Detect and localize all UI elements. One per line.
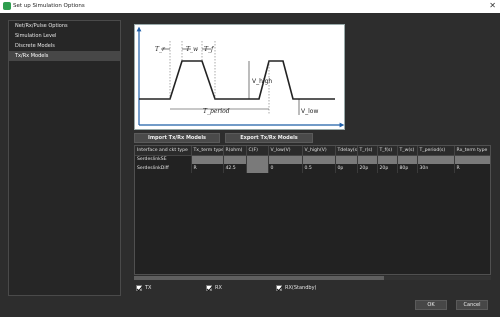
rx-checkbox-label: RX bbox=[215, 285, 222, 291]
sidebar-item-discrete-models[interactable]: Discrete Models bbox=[9, 41, 120, 51]
table-cell[interactable]: R bbox=[191, 164, 224, 173]
table-cell[interactable] bbox=[417, 155, 455, 164]
t-period-label: T_period bbox=[203, 108, 230, 115]
tx-checkbox-label: TX bbox=[145, 285, 152, 291]
table-cell[interactable] bbox=[268, 155, 303, 164]
table-cell[interactable] bbox=[357, 155, 378, 164]
cancel-button[interactable]: Cancel bbox=[456, 300, 488, 310]
close-icon[interactable]: ✕ bbox=[489, 1, 496, 11]
table-cell[interactable] bbox=[454, 155, 490, 164]
table-cell[interactable]: 80p bbox=[397, 164, 418, 173]
table-cell[interactable] bbox=[397, 155, 418, 164]
column-header[interactable]: T_period(s) bbox=[417, 146, 455, 156]
table-cell[interactable] bbox=[335, 155, 358, 164]
checkbox-checked-icon[interactable] bbox=[136, 285, 142, 291]
pulse-waveform bbox=[139, 60, 335, 100]
sidebar-item-tx-rx-models[interactable]: Tx/Rx Models bbox=[9, 51, 120, 61]
column-header[interactable]: Tx_term type bbox=[191, 146, 224, 156]
column-header[interactable]: Rx_term type bbox=[454, 146, 490, 156]
table-cell[interactable] bbox=[377, 155, 398, 164]
table-row[interactable]: SerdeslinkDiff R 42.5 0 0.5 0p 20p 20p 8… bbox=[135, 164, 490, 173]
table-cell[interactable]: SerdeslinkDiff bbox=[135, 164, 192, 173]
rx-standby-checkbox-label: RX(Standby) bbox=[285, 285, 317, 291]
table-row[interactable]: SerdeslinkSE bbox=[135, 155, 490, 164]
t-w-label: T_w bbox=[186, 46, 199, 53]
options-sidebar: Net/Rx/Pulse Options Simulation Level Di… bbox=[8, 20, 121, 296]
t-r-label: T_r bbox=[155, 46, 166, 53]
table-cell[interactable] bbox=[191, 155, 224, 164]
table-cell[interactable] bbox=[246, 164, 269, 173]
table-cell[interactable]: 20p bbox=[357, 164, 378, 173]
table-cell[interactable] bbox=[223, 155, 247, 164]
column-header[interactable]: T_r(s) bbox=[357, 146, 378, 156]
app-icon bbox=[3, 2, 11, 10]
table-cell[interactable]: 42.5 bbox=[223, 164, 247, 173]
table-cell[interactable]: 30n bbox=[417, 164, 455, 173]
t-f-label: T_f bbox=[204, 46, 215, 53]
checkbox-checked-icon[interactable] bbox=[206, 285, 212, 291]
table-cell[interactable] bbox=[302, 155, 336, 164]
column-header[interactable]: V_high(V) bbox=[302, 146, 336, 156]
column-header[interactable]: R(ohm) bbox=[223, 146, 247, 156]
table-horizontal-scrollbar[interactable] bbox=[134, 276, 491, 280]
scrollbar-thumb[interactable] bbox=[134, 276, 384, 280]
checkbox-checked-icon[interactable] bbox=[276, 285, 282, 291]
pulse-diagram-svg: T_r T_w T_f T_period V_high V_low bbox=[136, 26, 345, 128]
models-table: Interface and ckt type Tx_term type R(oh… bbox=[134, 145, 491, 275]
table-header-row: Interface and ckt type Tx_term type R(oh… bbox=[135, 146, 490, 156]
column-header[interactable]: T_w(s) bbox=[397, 146, 418, 156]
table-cell[interactable]: 0.5 bbox=[302, 164, 336, 173]
models-grid: Interface and ckt type Tx_term type R(oh… bbox=[135, 146, 490, 173]
column-header[interactable]: C(F) bbox=[246, 146, 269, 156]
table-cell[interactable]: R bbox=[454, 164, 490, 173]
title-bar: Set up Simulation Options ✕ bbox=[0, 0, 500, 13]
pulse-diagram: T_r T_w T_f T_period V_high V_low bbox=[134, 24, 345, 130]
ok-button[interactable]: OK bbox=[415, 300, 447, 310]
v-high-label: V_high bbox=[252, 78, 272, 85]
column-header[interactable]: T_f(s) bbox=[377, 146, 398, 156]
table-cell[interactable]: 0p bbox=[335, 164, 358, 173]
export-models-button[interactable]: Export Tx/Rx Models bbox=[225, 133, 313, 143]
column-header[interactable]: Tdelay(s) bbox=[335, 146, 358, 156]
table-cell[interactable]: 20p bbox=[377, 164, 398, 173]
column-header[interactable]: Interface and ckt type bbox=[135, 146, 192, 156]
table-cell[interactable] bbox=[246, 155, 269, 164]
table-cell[interactable]: SerdeslinkSE bbox=[135, 155, 192, 164]
sidebar-item-simulation-level[interactable]: Simulation Level bbox=[9, 31, 120, 41]
v-low-label: V_low bbox=[301, 108, 318, 115]
sidebar-item-net-rx-pulse-options[interactable]: Net/Rx/Pulse Options bbox=[9, 21, 120, 31]
window-title: Set up Simulation Options bbox=[13, 3, 85, 9]
column-header[interactable]: V_low(V) bbox=[268, 146, 303, 156]
import-models-button[interactable]: Import Tx/Rx Models bbox=[134, 133, 220, 143]
table-cell[interactable]: 0 bbox=[268, 164, 303, 173]
